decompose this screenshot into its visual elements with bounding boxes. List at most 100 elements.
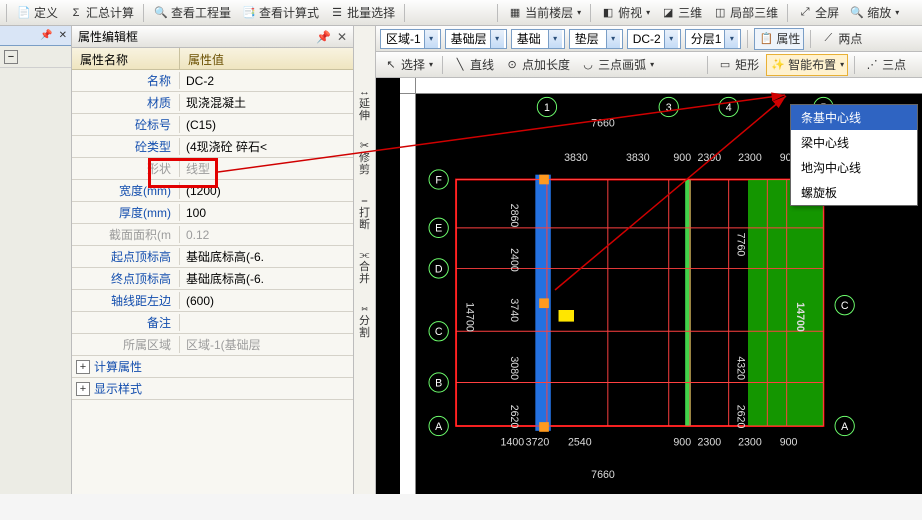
property-row[interactable]: 起点顶标高基础底标高(-6. [72, 246, 353, 268]
toolbar-main: 📄定义 Σ汇总计算 🔍查看工程量 📑查看计算式 ☰批量选择 ▦当前楼层▾ ◧俯视… [0, 0, 922, 26]
prop-value[interactable]: DC-2 [180, 74, 353, 88]
btn-local3d[interactable]: ◫局部三维 [709, 2, 781, 24]
arc-icon: ◡ [580, 57, 596, 73]
combo-region[interactable]: 区域-1▾ [380, 29, 441, 49]
pin-icon[interactable]: 📌 [40, 30, 52, 41]
property-header: 属性名称 属性值 [72, 48, 353, 70]
combo-basement[interactable]: 基础层▾ [445, 29, 507, 49]
prop-label: 名称 [72, 72, 180, 89]
menu-item-lzxx[interactable]: 梁中心线 [791, 130, 917, 155]
property-row[interactable]: 终点顶标高基础底标高(-6. [72, 268, 353, 290]
col-name: 属性名称 [72, 48, 180, 69]
property-row[interactable]: 厚度(mm)100 [72, 202, 353, 224]
btn-line[interactable]: ╲直线 [449, 54, 497, 76]
property-panel: 属性编辑框 📌✕ 属性名称 属性值 名称DC-2材质现浇混凝土砼标号(C15)砼… [72, 26, 354, 494]
combo-cushion[interactable]: 垫层▾ [569, 29, 623, 49]
property-row[interactable]: 材质现浇混凝土 [72, 92, 353, 114]
main-layout: 📌 ✕ − 属性编辑框 📌✕ 属性名称 属性值 名称DC-2材质现浇混凝土砼标号… [0, 26, 922, 494]
vtool-extend[interactable]: ↔延伸 [354, 86, 375, 122]
svg-text:7760: 7760 [734, 233, 746, 257]
svg-text:A: A [435, 421, 443, 433]
property-row[interactable]: 截面面积(m0.12 [72, 224, 353, 246]
btn-batch[interactable]: ☰批量选择 [326, 2, 398, 24]
btn-qty[interactable]: 🔍查看工程量 [150, 2, 234, 24]
close-icon[interactable]: ✕ [337, 30, 347, 44]
menu-item-lxb[interactable]: 螺旋板 [791, 180, 917, 205]
prop-value[interactable]: 区域-1(基础层 [180, 336, 353, 353]
btn-twopt[interactable]: ⟋两点 [817, 28, 865, 50]
vtool-split[interactable]: ⑅分割 [354, 303, 375, 339]
prop-label: 起点顶标高 [72, 248, 180, 265]
prop-value[interactable]: (1200) [180, 184, 353, 198]
prop-value[interactable]: 100 [180, 206, 353, 220]
prop-value[interactable]: (4现浇砼 碎石< [180, 138, 353, 155]
btn-property[interactable]: 📋属性 [754, 28, 804, 50]
ruler-corner [400, 78, 416, 94]
property-row[interactable]: 砼标号(C15) [72, 114, 353, 136]
property-row[interactable]: 砼类型(4现浇砼 碎石< [72, 136, 353, 158]
ruler-vertical [400, 94, 416, 494]
prop-value[interactable]: 基础底标高(-6. [180, 270, 353, 287]
btn-3d[interactable]: ◪三维 [657, 2, 705, 24]
menu-item-dgzxx[interactable]: 地沟中心线 [791, 155, 917, 180]
property-row[interactable]: 形状线型 [72, 158, 353, 180]
svg-text:A: A [841, 421, 849, 433]
prop-value[interactable]: (600) [180, 294, 353, 308]
btn-smart[interactable]: ✨智能布置▾ [766, 54, 848, 76]
svg-text:2860: 2860 [508, 204, 520, 228]
property-row[interactable]: 所属区域区域-1(基础层 [72, 334, 353, 356]
combo-foundation[interactable]: 基础▾ [511, 29, 565, 49]
expand-icon[interactable]: + [76, 360, 90, 374]
expand-icon[interactable]: + [76, 382, 90, 396]
cursor-icon: ↖ [383, 57, 399, 73]
btn-sumcalc[interactable]: Σ汇总计算 [65, 2, 137, 24]
ortho-icon: ◧ [600, 5, 616, 21]
tree-calc[interactable]: +计算属性 [72, 356, 353, 378]
prop-value[interactable]: 线型 [180, 160, 353, 177]
define-icon: 📄 [16, 5, 32, 21]
prop-label: 备注 [72, 314, 180, 331]
vtool-break[interactable]: ⎯打断 [354, 195, 375, 231]
property-row[interactable]: 轴线距左边(600) [72, 290, 353, 312]
btn-zoom[interactable]: 🔍缩放▾ [846, 2, 902, 24]
combo-sub1[interactable]: 分层1▾ [685, 29, 742, 49]
prop-label: 轴线距左边 [72, 292, 180, 309]
nav-column: 📌 ✕ − [0, 26, 72, 494]
line-icon: ╲ [452, 57, 468, 73]
btn-full[interactable]: ⤢全屏 [794, 2, 842, 24]
prop-label: 砼类型 [72, 138, 180, 155]
prop-value[interactable]: 0.12 [180, 228, 353, 242]
btn-curfloor[interactable]: ▦当前楼层▾ [504, 2, 584, 24]
prop-value[interactable]: (C15) [180, 118, 353, 132]
property-row[interactable]: 备注 [72, 312, 353, 334]
btn-ortho[interactable]: ◧俯视▾ [597, 2, 653, 24]
refresh-icon: 🔍 [153, 5, 169, 21]
prop-value[interactable]: 现浇混凝土 [180, 94, 353, 111]
prop-value[interactable]: 基础底标高(-6. [180, 248, 353, 265]
twopt-icon: ⟋ [820, 31, 836, 47]
vtool-merge[interactable]: ⫘合并 [354, 249, 375, 285]
smart-dropdown[interactable]: 条基中心线 梁中心线 地沟中心线 螺旋板 [790, 104, 918, 206]
btn-rect[interactable]: ▭矩形 [714, 54, 762, 76]
formula-icon: 📑 [241, 5, 257, 21]
close-icon[interactable]: ✕ [59, 30, 67, 41]
pin-icon[interactable]: 📌 [316, 30, 331, 44]
svg-text:2300: 2300 [738, 436, 762, 448]
toolbar-draw: ↖选择▾ ╲直线 ⊙点加长度 ◡三点画弧▾ ▭矩形 ✨智能布置▾ ⋰三点 [376, 52, 922, 78]
prop-label: 砼标号 [72, 116, 180, 133]
btn-formula[interactable]: 📑查看计算式 [238, 2, 322, 24]
menu-item-tjzxx[interactable]: 条基中心线 [791, 105, 917, 130]
property-row[interactable]: 名称DC-2 [72, 70, 353, 92]
btn-extend[interactable]: ⊙点加长度 [501, 54, 573, 76]
btn-3pt[interactable]: ⋰三点 [861, 54, 909, 76]
svg-text:4: 4 [726, 102, 732, 114]
combo-dc2[interactable]: DC-2▾ [627, 29, 681, 49]
btn-define[interactable]: 📄定义 [13, 2, 61, 24]
btn-arc[interactable]: ◡三点画弧▾ [577, 54, 657, 76]
nav-header: 📌 ✕ [0, 26, 71, 46]
vtool-trim[interactable]: ✂修剪 [354, 140, 375, 176]
btn-select[interactable]: ↖选择▾ [380, 54, 436, 76]
property-row[interactable]: 宽度(mm)(1200) [72, 180, 353, 202]
tree-display[interactable]: +显示样式 [72, 378, 353, 400]
svg-text:7660: 7660 [591, 469, 615, 481]
